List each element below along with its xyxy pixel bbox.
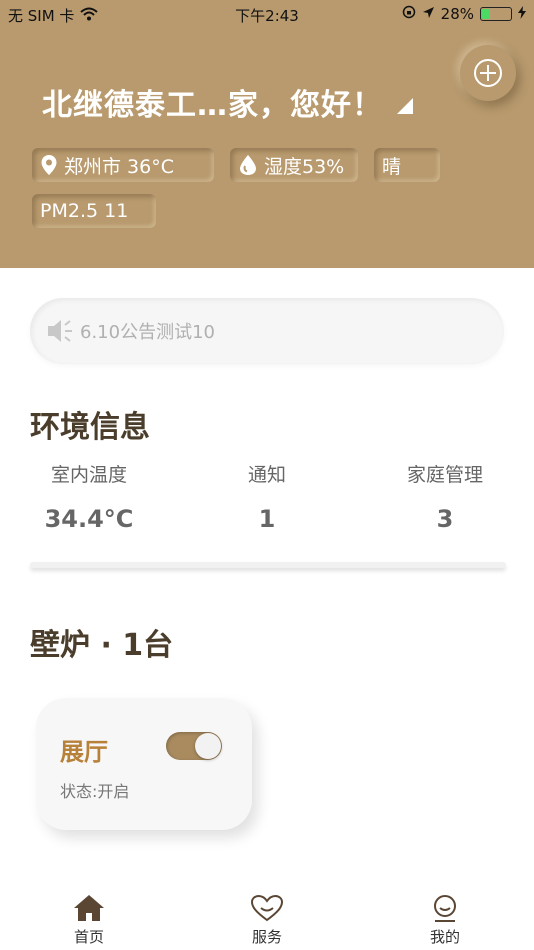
tab-label: 服务 — [251, 928, 282, 946]
env-label: 室内温度 — [50, 464, 127, 486]
add-button[interactable] — [460, 45, 516, 101]
tab-label: 首页 — [73, 928, 104, 946]
weather-chip: 晴 — [374, 148, 440, 182]
battery-percent: 28% — [440, 5, 474, 23]
header: 无 SIM 卡 下午2:43 28% 北继德泰工…家，您好！ 郑州市 36°C … — [0, 0, 534, 268]
water-drop-icon — [240, 155, 256, 175]
location-pin-icon — [41, 155, 57, 175]
pm25-chip: PM2.5 11 — [32, 194, 156, 228]
status-bar: 无 SIM 卡 下午2:43 28% — [0, 0, 534, 28]
indoor-temp-item[interactable]: 室内温度 34.4°C — [14, 460, 164, 533]
orientation-lock-icon — [402, 5, 416, 23]
pm25-text: PM2.5 11 — [40, 200, 129, 222]
tab-service[interactable]: 服务 — [222, 894, 312, 947]
device-name: 展厅 — [60, 738, 108, 766]
power-toggle[interactable] — [166, 732, 222, 760]
announcement-text: 6.10公告测试10 — [80, 322, 215, 343]
status-right: 28% — [402, 5, 526, 23]
plus-circle-icon — [474, 59, 502, 87]
speaker-icon — [48, 320, 72, 342]
greeting-text: 北继德泰工…家，您好！ — [42, 88, 383, 123]
tab-home[interactable]: 首页 — [44, 894, 134, 947]
location-chip: 郑州市 36°C — [32, 148, 214, 182]
environment-title: 环境信息 — [30, 410, 150, 445]
heart-icon — [250, 894, 284, 922]
env-label: 通知 — [247, 464, 286, 486]
device-card[interactable]: 展厅 状态:开启 — [36, 698, 252, 830]
greeting-selector[interactable]: 北继德泰工…家，您好！ — [42, 80, 413, 124]
dropdown-triangle-icon — [397, 98, 413, 114]
weather-text: 晴 — [382, 155, 402, 178]
battery-level — [482, 9, 491, 19]
env-value: 34.4°C — [44, 505, 134, 533]
battery-icon — [480, 7, 512, 21]
toggle-knob — [195, 733, 221, 759]
fireplace-title: 壁炉 · 1台 — [30, 628, 174, 663]
home-icon — [74, 895, 104, 921]
announcement-bar[interactable]: 6.10公告测试10 — [30, 298, 504, 364]
location-temp-text: 郑州市 36°C — [64, 155, 174, 178]
tab-bar: 首页 服务 我的 — [0, 880, 534, 950]
location-arrow-icon — [422, 5, 435, 23]
env-value: 3 — [436, 505, 454, 533]
charging-icon — [518, 5, 526, 23]
env-value: 1 — [258, 505, 276, 533]
humidity-chip: 湿度53% — [230, 148, 358, 182]
tab-mine[interactable]: 我的 — [400, 894, 490, 947]
user-icon — [434, 895, 456, 922]
section-divider — [30, 562, 506, 568]
env-label: 家庭管理 — [406, 464, 483, 486]
family-management-item[interactable]: 家庭管理 3 — [370, 460, 520, 533]
tab-label: 我的 — [429, 928, 460, 946]
humidity-text: 湿度53% — [264, 155, 345, 178]
device-state: 状态:开启 — [60, 782, 130, 801]
notification-item[interactable]: 通知 1 — [192, 460, 342, 533]
